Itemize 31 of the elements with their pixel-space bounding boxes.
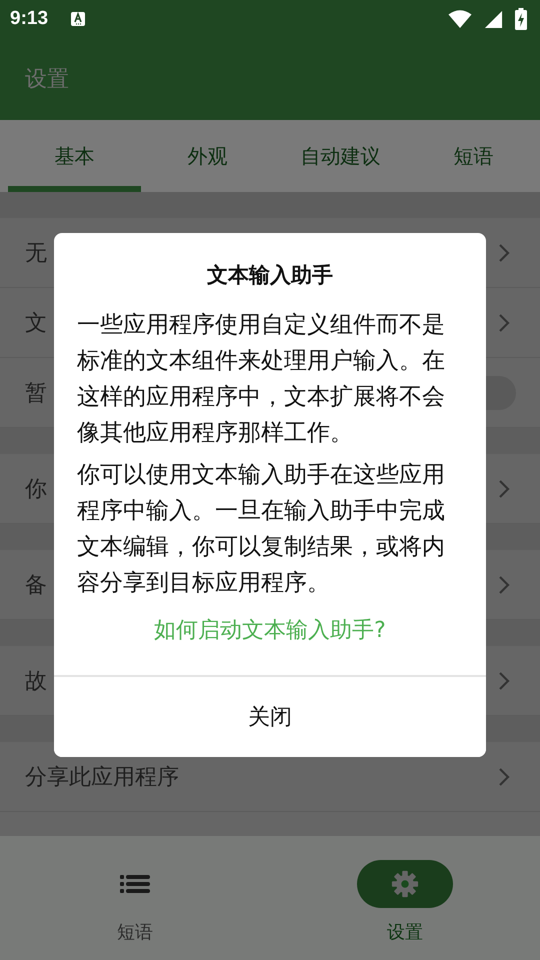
help-link[interactable]: 如何启动文本输入助手? [154, 615, 386, 645]
row-label: 分享此应用程序 [25, 764, 179, 792]
chevron-right-icon [498, 766, 510, 786]
chevron-right-icon [498, 478, 510, 498]
list-icon [120, 874, 150, 894]
battery-icon [515, 8, 527, 30]
chevron-right-icon [498, 242, 510, 262]
dialog-text: 你可以使用文本输入助手在这些应用程序中输入。一旦在输入助手中完成文本编辑，你可以复制结果，或将内容分享到目标应用程序。 [77, 461, 446, 598]
dialog-title: 文本输入助手 [207, 262, 333, 289]
row-label: 文 [25, 310, 47, 338]
chevron-right-icon [498, 574, 510, 594]
tab[interactable]: 自动建议 [274, 120, 407, 192]
row-label: 备 [25, 572, 47, 600]
chevron-right-icon [498, 312, 510, 332]
row-label: 无 [25, 240, 47, 268]
nav-button[interactable] [357, 860, 453, 908]
row-label: 故 [25, 668, 47, 696]
app-title: 设置 [25, 66, 69, 94]
row-label: 暂 [25, 380, 47, 408]
signal-icon [484, 10, 503, 28]
chevron-right-icon [498, 670, 510, 690]
tab[interactable]: 外观 [141, 120, 274, 192]
keyboard-a-icon [70, 11, 86, 27]
nav-label: 短语 [117, 921, 153, 944]
row-label: 你 [25, 476, 47, 504]
gear-icon [391, 870, 419, 898]
dialog-text: 一些应用程序使用自定义组件而不是标准的文本组件来处理用户输入。在这样的应用程序中，文本扩展将不会像其他应用程序那样工作。 [77, 311, 446, 448]
tab[interactable]: 短语 [407, 120, 540, 192]
nav-label: 设置 [387, 921, 423, 944]
wifi-icon [448, 9, 472, 29]
clock-time: 9:13 [10, 8, 48, 30]
